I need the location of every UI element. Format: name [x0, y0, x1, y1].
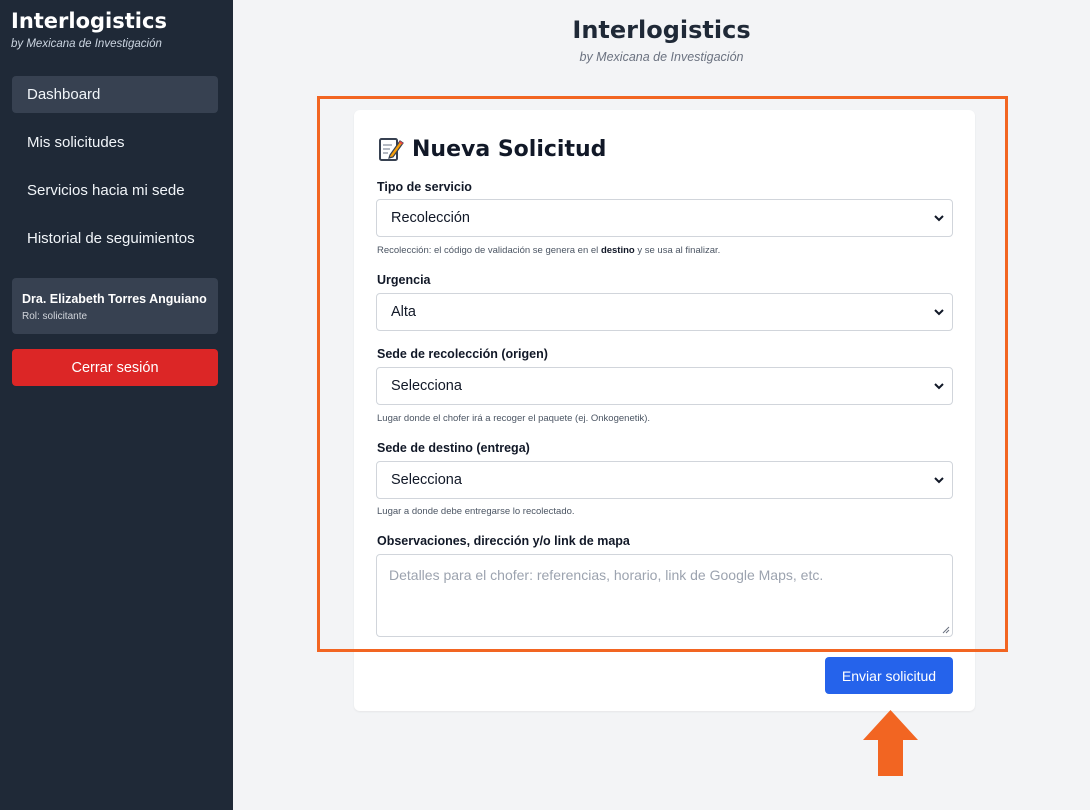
sidebar-item-dashboard[interactable]: Dashboard [12, 76, 218, 113]
submit-button[interactable]: Enviar solicitud [825, 657, 953, 694]
user-role: Rol: solicitante [22, 311, 88, 322]
user-card: Dra. Elizabeth Torres Anguiano Rol: soli… [12, 278, 218, 334]
chevron-down-icon [934, 215, 944, 222]
destino-select[interactable]: Selecciona [376, 461, 953, 499]
sidebar-item-historial[interactable]: Historial de seguimientos [12, 220, 218, 257]
sidebar-item-label: Servicios hacia mi sede [27, 182, 185, 199]
origen-select[interactable]: Selecciona [376, 367, 953, 405]
arrow-up-icon [863, 710, 918, 776]
destino-help: Lugar a donde debe entregarse lo recolec… [377, 506, 575, 517]
chevron-down-icon [934, 383, 944, 390]
sidebar-item-label: Dashboard [27, 86, 101, 103]
chevron-down-icon [934, 309, 944, 316]
sidebar-item-label: Mis solicitudes [27, 134, 125, 151]
page-title: Interlogistics [572, 16, 751, 44]
page-subtitle: by Mexicana de Investigación [579, 50, 744, 64]
resize-handle-icon[interactable] [942, 626, 950, 634]
help-text: y se usa al finalizar. [634, 245, 721, 256]
observaciones-label: Observaciones, dirección y/o link de map… [377, 534, 630, 548]
sidebar-brand-subtitle: by Mexicana de Investigación [11, 38, 162, 50]
user-name: Dra. Elizabeth Torres Anguiano [22, 292, 207, 306]
tipo-servicio-value: Recolección [391, 210, 470, 226]
tipo-servicio-help: Recolección: el código de validación se … [377, 245, 720, 256]
origen-help: Lugar donde el chofer irá a recoger el p… [377, 413, 651, 424]
help-bold: destino [600, 245, 635, 256]
urgencia-value: Alta [391, 304, 416, 320]
urgencia-select[interactable]: Alta [376, 293, 953, 331]
logout-button[interactable]: Cerrar sesión [12, 349, 218, 386]
destino-value: Selecciona [391, 472, 462, 488]
memo-icon [378, 136, 404, 162]
origen-value: Selecciona [391, 378, 462, 394]
form-title: Nueva Solicitud [378, 136, 606, 162]
observaciones-placeholder: Detalles para el chofer: referencias, ho… [389, 567, 824, 583]
tipo-servicio-label: Tipo de servicio [377, 180, 472, 194]
form-title-text: Nueva Solicitud [412, 136, 607, 162]
sidebar-item-label: Historial de seguimientos [27, 230, 195, 247]
destino-label: Sede de destino (entrega) [377, 441, 530, 455]
origen-label: Sede de recolección (origen) [377, 347, 548, 361]
chevron-down-icon [934, 477, 944, 484]
help-text: Recolección: el código de validación se … [377, 245, 601, 256]
sidebar-item-servicios-sede[interactable]: Servicios hacia mi sede [12, 172, 218, 209]
observaciones-textarea[interactable]: Detalles para el chofer: referencias, ho… [376, 554, 953, 637]
sidebar-item-mis-solicitudes[interactable]: Mis solicitudes [12, 124, 218, 161]
sidebar: Interlogistics by Mexicana de Investigac… [0, 0, 233, 810]
sidebar-brand-title: Interlogistics [11, 9, 167, 33]
tipo-servicio-select[interactable]: Recolección [376, 199, 953, 237]
urgencia-label: Urgencia [377, 273, 431, 287]
